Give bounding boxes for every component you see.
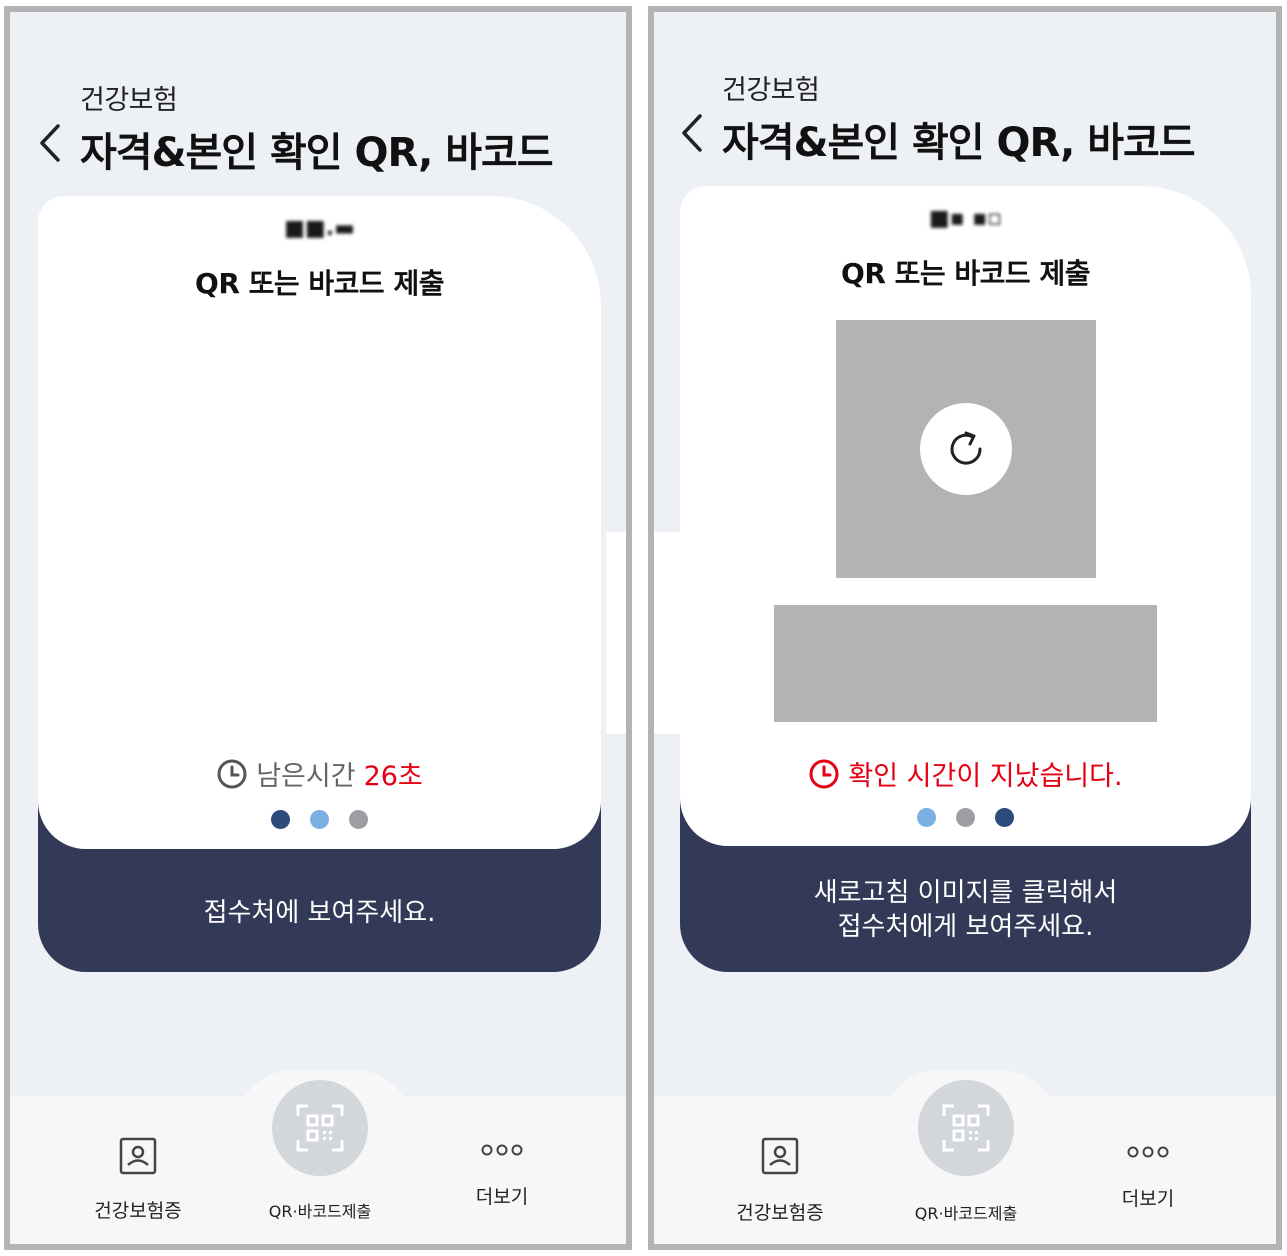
nav-label: QR·바코드제출	[914, 1204, 1018, 1223]
clock-icon	[217, 759, 247, 788]
nav-label: 건강보험증	[736, 1202, 824, 1224]
page-dot[interactable]	[956, 808, 975, 827]
expired-barcode-placeholder[interactable]	[774, 605, 1157, 722]
nav-item-insurance-card[interactable]: 건강보험증	[58, 1136, 218, 1223]
page-indicator	[38, 810, 601, 829]
next-card-edge	[606, 532, 626, 734]
nav-item-qr-submit[interactable]	[272, 1080, 368, 1176]
card-heading: QR 또는 바코드 제출	[195, 267, 444, 300]
prev-card-edge	[654, 532, 682, 734]
more-dots-icon	[481, 1144, 523, 1156]
masked-user-name: ■▪ ▪▫	[928, 206, 1003, 231]
page-indicator	[680, 808, 1251, 827]
nav-item-qr-label[interactable]: QR·바코드제출	[240, 1198, 400, 1222]
timer-label: 남은시간	[256, 761, 356, 792]
page-dot[interactable]	[349, 810, 368, 829]
page-title: 자격&본인 확인 QR, 바코드	[722, 120, 1196, 166]
qr-scan-icon	[296, 1104, 344, 1152]
page-dot[interactable]	[917, 808, 936, 827]
refresh-icon	[950, 431, 982, 465]
nav-label: 더보기	[475, 1186, 529, 1208]
page-dot[interactable]	[310, 810, 329, 829]
nav-label: 건강보험증	[94, 1200, 182, 1222]
expired-message: 확인 시간이 지났습니다.	[848, 761, 1123, 792]
qr-card: ■▪ ▪▫ QR 또는 바코드 제출 확인 시간이 지났습니다.	[680, 186, 1251, 846]
bottom-navigation: 건강보험증 QR·바코드제출 더보기	[654, 1070, 1276, 1244]
expired-qr-placeholder[interactable]	[836, 320, 1096, 578]
nav-label: 더보기	[1121, 1188, 1175, 1210]
nav-item-more[interactable]: 더보기	[422, 1140, 582, 1209]
card-heading: QR 또는 바코드 제출	[841, 257, 1090, 290]
screen-right: 건강보험 자격&본인 확인 QR, 바코드 새로고침 이미지를 클릭해서 접수처…	[648, 6, 1282, 1250]
page-dot[interactable]	[271, 810, 290, 829]
masked-user-name: ■■.▬	[284, 216, 355, 241]
id-card-icon	[761, 1137, 799, 1175]
nav-item-more[interactable]: 더보기	[1068, 1142, 1228, 1211]
qr-card: ■■.▬ QR 또는 바코드 제출 남은시간 26초	[38, 196, 601, 849]
nav-label: QR·바코드제출	[268, 1202, 372, 1221]
instruction-text-line2: 접수처에게 보여주세요.	[837, 912, 1094, 942]
nav-item-qr-label[interactable]: QR·바코드제출	[886, 1200, 1046, 1224]
page-subtitle: 건강보험	[80, 85, 178, 116]
bottom-navigation: 건강보험증 QR·바코드제출 더보기	[10, 1070, 626, 1244]
expired-notice: 확인 시간이 지났습니다.	[680, 754, 1251, 793]
page-subtitle: 건강보험	[722, 75, 820, 106]
page-dot[interactable]	[995, 808, 1014, 827]
instruction-text-line1: 새로고침 이미지를 클릭해서	[813, 878, 1118, 908]
back-arrow-icon[interactable]	[678, 110, 708, 156]
nav-item-insurance-card[interactable]: 건강보험증	[700, 1136, 860, 1225]
screen-left: 건강보험 자격&본인 확인 QR, 바코드 접수처에 보여주세요. ■■.▬ Q…	[4, 6, 632, 1250]
qr-scan-icon	[942, 1104, 990, 1152]
instruction-text: 접수처에 보여주세요.	[203, 898, 436, 928]
page-title: 자격&본인 확인 QR, 바코드	[80, 130, 554, 176]
id-card-icon	[119, 1137, 157, 1175]
more-dots-icon	[1127, 1146, 1169, 1158]
nav-item-qr-submit[interactable]	[918, 1080, 1014, 1176]
clock-icon	[809, 759, 839, 788]
timer-value: 26초	[363, 761, 423, 792]
refresh-button[interactable]	[920, 403, 1012, 495]
back-arrow-icon[interactable]	[36, 120, 66, 166]
remaining-time: 남은시간 26초	[38, 754, 601, 793]
